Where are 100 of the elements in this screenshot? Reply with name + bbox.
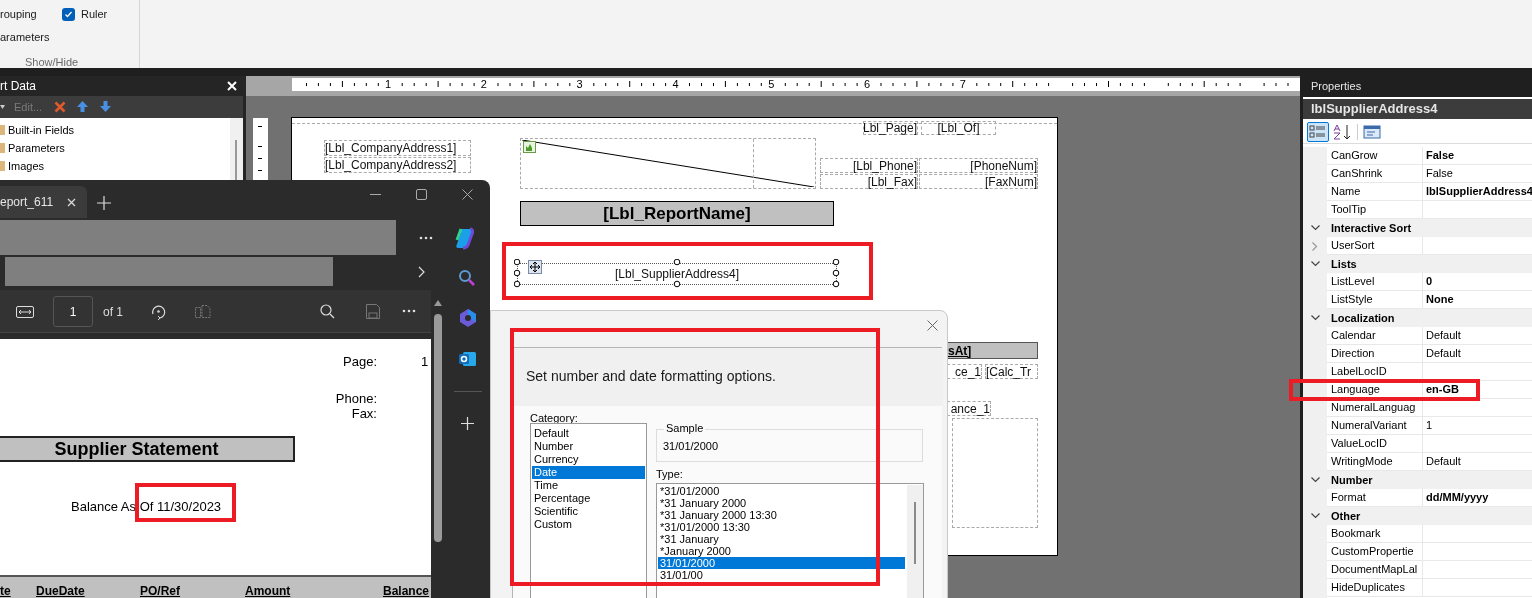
property-name[interactable]: NumeralVariant bbox=[1331, 419, 1407, 432]
report-field[interactable]: [Lbl_Phone] bbox=[820, 158, 918, 173]
tree-item[interactable]: Built-in Fields bbox=[8, 121, 75, 139]
property-name[interactable]: Calendar bbox=[1331, 329, 1376, 342]
category-header[interactable]: Other bbox=[1331, 509, 1361, 523]
property-value[interactable]: None bbox=[1423, 293, 1454, 306]
add-tab-icon[interactable] bbox=[97, 196, 111, 210]
chevron-down-icon[interactable] bbox=[1310, 477, 1320, 483]
chevron-down-icon[interactable] bbox=[1310, 315, 1320, 321]
delete-icon[interactable] bbox=[54, 101, 66, 113]
chevron-down-icon[interactable] bbox=[1310, 225, 1320, 231]
list-item[interactable]: *31/01/2000 13:30 bbox=[658, 521, 905, 533]
category-header[interactable]: Number bbox=[1331, 473, 1373, 487]
add-icon[interactable] bbox=[461, 417, 474, 430]
search-icon[interactable] bbox=[458, 269, 476, 287]
scrollbar-thumb[interactable] bbox=[914, 502, 916, 564]
property-name[interactable]: Name bbox=[1331, 185, 1361, 198]
list-item[interactable]: Currency bbox=[532, 453, 645, 466]
property-name[interactable]: WritingMode bbox=[1331, 455, 1393, 468]
page-view-icon[interactable] bbox=[195, 305, 211, 318]
report-header-field[interactable]: sAt] bbox=[947, 342, 1038, 359]
property-name[interactable]: LabelLocID bbox=[1331, 365, 1387, 378]
property-name[interactable]: ToolTip bbox=[1331, 203, 1367, 216]
property-name[interactable]: NumeralLanguag bbox=[1331, 401, 1416, 414]
list-item[interactable]: *31 January 2000 13:30 bbox=[658, 509, 905, 521]
list-item[interactable]: Date bbox=[532, 466, 645, 479]
save-icon[interactable] bbox=[366, 304, 380, 319]
ribbon-option[interactable]: rouping bbox=[0, 7, 37, 21]
scrollbar-thumb[interactable] bbox=[235, 140, 237, 180]
scrollbar-thumb[interactable] bbox=[434, 314, 442, 542]
ribbon-option[interactable]: arameters bbox=[0, 30, 50, 44]
property-name[interactable]: Format bbox=[1331, 491, 1366, 504]
property-value[interactable]: Default bbox=[1423, 347, 1461, 360]
toolbar-button[interactable] bbox=[1307, 122, 1329, 142]
more-icon[interactable] bbox=[419, 236, 433, 240]
toolbar-button[interactable] bbox=[1361, 122, 1383, 142]
list-item[interactable]: Number bbox=[532, 440, 645, 453]
category-list[interactable]: Default Number Currency Date Time Percentage Scientific Custom bbox=[530, 423, 647, 598]
property-name[interactable]: Language bbox=[1331, 383, 1380, 396]
caret-icon[interactable] bbox=[0, 105, 5, 109]
list-item[interactable]: Default bbox=[532, 427, 645, 440]
property-name[interactable]: DocumentMapLal bbox=[1331, 563, 1418, 576]
fit-width-icon[interactable] bbox=[16, 306, 34, 318]
hexagon-icon[interactable] bbox=[458, 308, 478, 328]
tree-item[interactable]: Images bbox=[8, 157, 45, 175]
property-name[interactable]: CanGrow bbox=[1331, 149, 1378, 162]
property-name[interactable]: ListLevel bbox=[1331, 275, 1375, 288]
chevron-down-icon[interactable] bbox=[1310, 513, 1320, 519]
property-name[interactable]: Bookmark bbox=[1331, 527, 1381, 540]
move-up-icon[interactable] bbox=[77, 101, 88, 112]
scrollbar[interactable] bbox=[230, 118, 243, 180]
mail-app-icon[interactable] bbox=[459, 350, 477, 368]
tab-title[interactable]: eport_611 bbox=[0, 186, 54, 218]
browser-tab[interactable]: eport_611 bbox=[0, 186, 87, 218]
property-value[interactable]: Default bbox=[1423, 455, 1461, 468]
chevron-down-icon[interactable] bbox=[1310, 261, 1320, 267]
move-down-icon[interactable] bbox=[100, 101, 111, 112]
report-title-field[interactable]: [Lbl_ReportName] bbox=[520, 201, 834, 226]
report-field[interactable]: [Calc_Tr bbox=[985, 364, 1038, 379]
checkbox[interactable] bbox=[62, 7, 75, 21]
list-item[interactable]: *31 January bbox=[658, 533, 905, 545]
property-value[interactable]: 1 bbox=[1423, 419, 1433, 432]
minimize-icon[interactable] bbox=[370, 194, 381, 196]
report-field[interactable]: [Lbl_Of] bbox=[921, 121, 996, 135]
report-field[interactable]: [Lbl_Fax] bbox=[820, 174, 918, 189]
property-value[interactable]: Default bbox=[1423, 329, 1461, 342]
list-item[interactable]: *31/01/2000 bbox=[658, 485, 905, 497]
property-name[interactable]: CustomPropertie bbox=[1331, 545, 1414, 558]
list-item[interactable]: Percentage bbox=[532, 492, 645, 505]
report-field[interactable]: [PhoneNum] bbox=[919, 158, 1038, 173]
property-name[interactable]: Direction bbox=[1331, 347, 1375, 360]
maximize-icon[interactable] bbox=[416, 189, 427, 200]
report-field[interactable]: Lbl_Page] bbox=[863, 121, 918, 135]
move-icon[interactable] bbox=[528, 260, 542, 274]
report-field[interactable]: [Lbl_CompanyAddress1] bbox=[324, 140, 471, 156]
property-value[interactable]: dd/MM/yyyy bbox=[1423, 491, 1489, 504]
report-field[interactable]: [FaxNum] bbox=[919, 174, 1038, 189]
property-name[interactable]: HideDuplicates bbox=[1331, 581, 1405, 594]
list-item[interactable]: Scientific bbox=[532, 505, 645, 518]
scrollbar[interactable] bbox=[907, 485, 923, 598]
property-value[interactable]: lblSupplierAddress4 bbox=[1423, 185, 1532, 198]
list-item[interactable]: *January 2000 bbox=[658, 545, 905, 557]
list-item[interactable]: Time bbox=[532, 479, 645, 492]
property-name[interactable]: UserSort bbox=[1331, 239, 1375, 252]
property-value[interactable]: 0 bbox=[1423, 275, 1433, 288]
property-name[interactable]: CanShrink bbox=[1331, 167, 1383, 180]
checkbox-label[interactable]: Ruler bbox=[81, 5, 108, 23]
tree-item[interactable]: Parameters bbox=[8, 139, 65, 157]
list-item[interactable]: 31/01/00 bbox=[658, 569, 905, 581]
more-icon[interactable] bbox=[402, 309, 416, 313]
close-icon[interactable] bbox=[462, 189, 473, 200]
property-name[interactable]: ListStyle bbox=[1331, 293, 1373, 306]
search-icon[interactable] bbox=[320, 304, 335, 319]
property-value[interactable]: en-GB bbox=[1423, 383, 1459, 396]
list-item[interactable]: Custom bbox=[532, 518, 645, 531]
rotate-icon[interactable] bbox=[150, 303, 167, 320]
type-list[interactable]: *31/01/2000 *31 January 2000 *31 January 2000 13:30 *31/01/2000 13:30 *31 January *January 2000 31/01/2000 31/01/00 bbox=[656, 483, 924, 598]
scroll-up-icon[interactable] bbox=[434, 300, 442, 306]
category-header[interactable]: Lists bbox=[1331, 257, 1357, 271]
property-value[interactable]: False bbox=[1423, 149, 1455, 162]
